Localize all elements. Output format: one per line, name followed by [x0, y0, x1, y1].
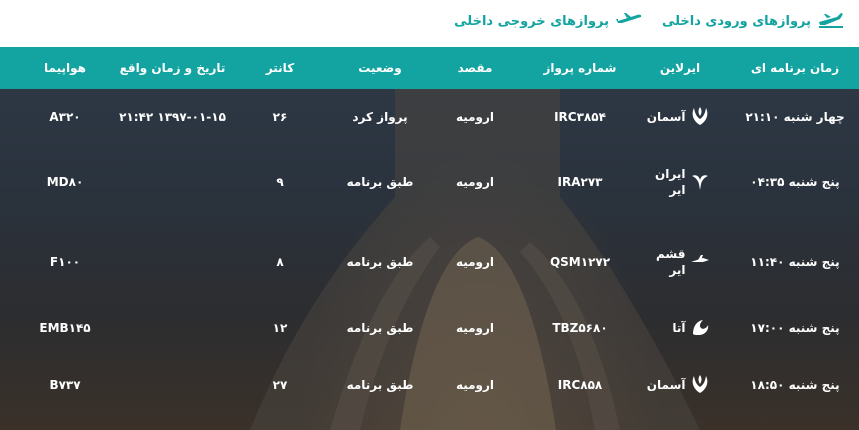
header-scheduled-time: زمان برنامه ای [750, 61, 840, 75]
airline: ایران ایر [630, 157, 730, 207]
flight-number: TBZ۵۶۸۰ [552, 321, 608, 335]
destination: ارومیه [455, 255, 495, 269]
airline: آسمان [630, 92, 730, 142]
scheduled-time: پنج شنبه ۰۴:۳۵ [750, 175, 840, 189]
counter-number: ۱۲ [272, 321, 288, 335]
scheduled-time: پنج شنبه ۱۸:۵۰ [750, 378, 840, 392]
counter-number: ۹ [276, 175, 284, 189]
destination: ارومیه [455, 110, 495, 124]
header-flight-number: شماره پرواز [543, 61, 617, 75]
flight-status: طبق برنامه [346, 175, 414, 189]
airline: آتا [630, 303, 730, 353]
airline: آسمان [630, 360, 730, 410]
airline-name: آسمان [646, 110, 686, 124]
flight-number: IRC۸۵۸ [557, 378, 603, 392]
iran-air-logo-icon [689, 170, 711, 195]
table-row: پنج شنبه ۱۷:۰۰ آتا TBZ۵۶۸۰ ارومیه طبق بر… [0, 303, 859, 353]
aircraft-type: F۱۰۰ [49, 255, 81, 269]
aircraft-type: EMB۱۴۵ [39, 321, 91, 335]
domestic-arrivals-label: پروازهای ورودی داخلی [661, 13, 811, 29]
airline-name: آتا [672, 321, 686, 335]
flight-status: طبق برنامه [346, 255, 414, 269]
counter-number: ۸ [276, 255, 284, 269]
table-row: پنج شنبه ۱۱:۴۰ قشم ایر QSM۱۲۷۲ ارومیه طب… [0, 237, 859, 287]
table-row: چهار شنبه ۲۱:۱۰ آسمان IRC۳۸۵۴ ارومیه پرو… [0, 92, 859, 142]
header-status: وضعیت [358, 61, 402, 75]
qeshm-air-logo-icon [689, 250, 711, 275]
flight-status: طبق برنامه [346, 321, 414, 335]
flight-number: QSM۱۲۷۲ [549, 255, 611, 269]
destination: ارومیه [455, 175, 495, 189]
domestic-departures-link[interactable]: پروازهای خروجی داخلی [454, 10, 643, 32]
airplane-takeoff-icon [615, 10, 643, 32]
header-aircraft: هواپیما [44, 61, 86, 75]
flight-number: IRA۲۷۳ [557, 175, 603, 189]
flight-status: پرواز کرد [352, 110, 408, 124]
actual-datetime [110, 157, 235, 207]
actual-datetime [110, 237, 235, 287]
counter-number: ۲۶ [272, 110, 288, 124]
airplane-landing-icon [817, 10, 845, 32]
scheduled-time: چهار شنبه ۲۱:۱۰ [745, 110, 845, 124]
actual-datetime: ۱۳۹۷-۰۱-۱۵ ۲۱:۴۲ [119, 110, 226, 124]
aseman-logo-icon [689, 105, 711, 130]
aircraft-type: MD۸۰ [46, 175, 84, 189]
header-destination: مقصد [457, 61, 493, 75]
table-header: زمان برنامه ای ایرلاین شماره پرواز مقصد … [0, 47, 859, 89]
actual-datetime [110, 360, 235, 410]
counter-number: ۲۷ [272, 378, 288, 392]
airline-name: آسمان [646, 378, 686, 392]
airline: قشم ایر [630, 237, 730, 287]
flight-status: طبق برنامه [346, 378, 414, 392]
top-nav: پروازهای ورودی داخلی پروازهای خروجی داخل… [0, 0, 859, 47]
ata-logo-icon [689, 316, 711, 341]
header-counter: کانتر [265, 61, 295, 75]
destination: ارومیه [455, 378, 495, 392]
scheduled-time: پنج شنبه ۱۷:۰۰ [750, 321, 840, 335]
flight-number: IRC۳۸۵۴ [554, 110, 606, 124]
destination: ارومیه [455, 321, 495, 335]
table-row: پنج شنبه ۰۴:۳۵ ایران ایر IRA۲۷۳ ارومیه ط… [0, 157, 859, 207]
header-actual-time: تاریخ و زمان واقع [119, 61, 226, 75]
table-row: پنج شنبه ۱۸:۵۰ آسمان IRC۸۵۸ ارومیه طبق ب… [0, 360, 859, 410]
aircraft-type: A۳۲۰ [49, 110, 81, 124]
domestic-departures-label: پروازهای خروجی داخلی [454, 13, 609, 29]
aircraft-type: B۷۳۷ [49, 378, 81, 392]
domestic-arrivals-link[interactable]: پروازهای ورودی داخلی [662, 10, 845, 32]
actual-datetime [110, 303, 235, 353]
aseman-logo-icon [689, 373, 711, 398]
header-airline: ایرلاین [659, 61, 701, 75]
airline-name: قشم ایر [656, 247, 686, 277]
flight-board: زمان برنامه ای ایرلاین شماره پرواز مقصد … [0, 47, 859, 430]
scheduled-time: پنج شنبه ۱۱:۴۰ [750, 255, 840, 269]
airline-name: ایران ایر [655, 167, 686, 197]
